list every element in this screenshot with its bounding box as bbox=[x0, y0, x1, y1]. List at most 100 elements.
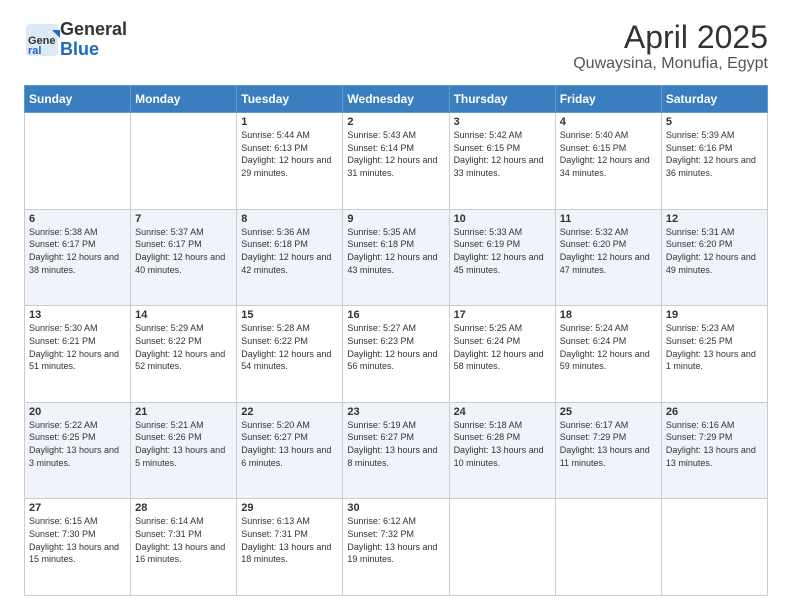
logo: Gene ral General Blue bbox=[24, 20, 127, 60]
day-info: Sunrise: 5:25 AMSunset: 6:24 PMDaylight:… bbox=[454, 322, 551, 372]
calendar-table: SundayMondayTuesdayWednesdayThursdayFrid… bbox=[24, 85, 768, 596]
day-number: 2 bbox=[347, 116, 444, 128]
calendar-header: SundayMondayTuesdayWednesdayThursdayFrid… bbox=[25, 86, 768, 113]
day-info: Sunrise: 5:37 AMSunset: 6:17 PMDaylight:… bbox=[135, 226, 232, 276]
day-number: 17 bbox=[454, 309, 551, 321]
title-block: April 2025 Quwaysina, Monufia, Egypt bbox=[573, 20, 768, 73]
calendar-day-cell: 15Sunrise: 5:28 AMSunset: 6:22 PMDayligh… bbox=[237, 306, 343, 403]
day-info: Sunrise: 5:27 AMSunset: 6:23 PMDaylight:… bbox=[347, 322, 444, 372]
calendar-day-cell: 6Sunrise: 5:38 AMSunset: 6:17 PMDaylight… bbox=[25, 209, 131, 306]
day-info: Sunrise: 5:24 AMSunset: 6:24 PMDaylight:… bbox=[560, 322, 657, 372]
day-info: Sunrise: 5:42 AMSunset: 6:15 PMDaylight:… bbox=[454, 129, 551, 179]
calendar-day-cell: 18Sunrise: 5:24 AMSunset: 6:24 PMDayligh… bbox=[555, 306, 661, 403]
calendar-day-cell: 29Sunrise: 6:13 AMSunset: 7:31 PMDayligh… bbox=[237, 499, 343, 596]
day-info: Sunrise: 5:30 AMSunset: 6:21 PMDaylight:… bbox=[29, 322, 126, 372]
calendar-day-cell: 8Sunrise: 5:36 AMSunset: 6:18 PMDaylight… bbox=[237, 209, 343, 306]
logo-icon: Gene ral bbox=[24, 22, 60, 58]
header: Gene ral General Blue April 2025 Quwaysi… bbox=[24, 20, 768, 73]
calendar-day-cell: 2Sunrise: 5:43 AMSunset: 6:14 PMDaylight… bbox=[343, 113, 449, 210]
calendar-day-cell: 7Sunrise: 5:37 AMSunset: 6:17 PMDaylight… bbox=[131, 209, 237, 306]
svg-text:ral: ral bbox=[28, 45, 41, 57]
weekday-header: Friday bbox=[555, 86, 661, 113]
day-info: Sunrise: 6:13 AMSunset: 7:31 PMDaylight:… bbox=[241, 515, 338, 565]
logo-text: General Blue bbox=[60, 20, 127, 60]
day-number: 18 bbox=[560, 309, 657, 321]
day-number: 16 bbox=[347, 309, 444, 321]
day-info: Sunrise: 5:38 AMSunset: 6:17 PMDaylight:… bbox=[29, 226, 126, 276]
day-info: Sunrise: 5:20 AMSunset: 6:27 PMDaylight:… bbox=[241, 419, 338, 469]
calendar-day-cell: 30Sunrise: 6:12 AMSunset: 7:32 PMDayligh… bbox=[343, 499, 449, 596]
day-number: 4 bbox=[560, 116, 657, 128]
calendar-day-cell: 5Sunrise: 5:39 AMSunset: 6:16 PMDaylight… bbox=[661, 113, 767, 210]
day-number: 24 bbox=[454, 406, 551, 418]
day-number: 10 bbox=[454, 213, 551, 225]
calendar-day-cell: 17Sunrise: 5:25 AMSunset: 6:24 PMDayligh… bbox=[449, 306, 555, 403]
calendar-week-row: 20Sunrise: 5:22 AMSunset: 6:25 PMDayligh… bbox=[25, 402, 768, 499]
day-number: 5 bbox=[666, 116, 763, 128]
calendar-day-cell: 25Sunrise: 6:17 AMSunset: 7:29 PMDayligh… bbox=[555, 402, 661, 499]
calendar-day-cell: 13Sunrise: 5:30 AMSunset: 6:21 PMDayligh… bbox=[25, 306, 131, 403]
calendar-day-cell: 23Sunrise: 5:19 AMSunset: 6:27 PMDayligh… bbox=[343, 402, 449, 499]
weekday-header: Saturday bbox=[661, 86, 767, 113]
day-info: Sunrise: 5:28 AMSunset: 6:22 PMDaylight:… bbox=[241, 322, 338, 372]
calendar-day-cell: 21Sunrise: 5:21 AMSunset: 6:26 PMDayligh… bbox=[131, 402, 237, 499]
day-info: Sunrise: 5:43 AMSunset: 6:14 PMDaylight:… bbox=[347, 129, 444, 179]
day-info: Sunrise: 6:15 AMSunset: 7:30 PMDaylight:… bbox=[29, 515, 126, 565]
day-number: 30 bbox=[347, 502, 444, 514]
calendar-week-row: 13Sunrise: 5:30 AMSunset: 6:21 PMDayligh… bbox=[25, 306, 768, 403]
day-number: 3 bbox=[454, 116, 551, 128]
weekday-header: Thursday bbox=[449, 86, 555, 113]
day-info: Sunrise: 5:29 AMSunset: 6:22 PMDaylight:… bbox=[135, 322, 232, 372]
day-info: Sunrise: 5:40 AMSunset: 6:15 PMDaylight:… bbox=[560, 129, 657, 179]
day-info: Sunrise: 5:22 AMSunset: 6:25 PMDaylight:… bbox=[29, 419, 126, 469]
calendar-day-cell: 11Sunrise: 5:32 AMSunset: 6:20 PMDayligh… bbox=[555, 209, 661, 306]
page: Gene ral General Blue April 2025 Quwaysi… bbox=[0, 0, 792, 612]
calendar-day-cell: 27Sunrise: 6:15 AMSunset: 7:30 PMDayligh… bbox=[25, 499, 131, 596]
day-info: Sunrise: 5:33 AMSunset: 6:19 PMDaylight:… bbox=[454, 226, 551, 276]
calendar-day-cell: 1Sunrise: 5:44 AMSunset: 6:13 PMDaylight… bbox=[237, 113, 343, 210]
calendar-day-cell: 26Sunrise: 6:16 AMSunset: 7:29 PMDayligh… bbox=[661, 402, 767, 499]
calendar-week-row: 6Sunrise: 5:38 AMSunset: 6:17 PMDaylight… bbox=[25, 209, 768, 306]
day-number: 22 bbox=[241, 406, 338, 418]
day-info: Sunrise: 6:14 AMSunset: 7:31 PMDaylight:… bbox=[135, 515, 232, 565]
day-info: Sunrise: 6:16 AMSunset: 7:29 PMDaylight:… bbox=[666, 419, 763, 469]
day-info: Sunrise: 5:19 AMSunset: 6:27 PMDaylight:… bbox=[347, 419, 444, 469]
calendar-day-cell: 9Sunrise: 5:35 AMSunset: 6:18 PMDaylight… bbox=[343, 209, 449, 306]
weekday-header-row: SundayMondayTuesdayWednesdayThursdayFrid… bbox=[25, 86, 768, 113]
calendar-day-cell: 10Sunrise: 5:33 AMSunset: 6:19 PMDayligh… bbox=[449, 209, 555, 306]
day-number: 7 bbox=[135, 213, 232, 225]
weekday-header: Wednesday bbox=[343, 86, 449, 113]
day-number: 12 bbox=[666, 213, 763, 225]
day-info: Sunrise: 6:12 AMSunset: 7:32 PMDaylight:… bbox=[347, 515, 444, 565]
logo-general: General bbox=[60, 20, 127, 40]
calendar-day-cell: 20Sunrise: 5:22 AMSunset: 6:25 PMDayligh… bbox=[25, 402, 131, 499]
day-number: 19 bbox=[666, 309, 763, 321]
day-number: 26 bbox=[666, 406, 763, 418]
day-number: 27 bbox=[29, 502, 126, 514]
calendar-title: April 2025 bbox=[573, 20, 768, 55]
calendar-day-cell: 19Sunrise: 5:23 AMSunset: 6:25 PMDayligh… bbox=[661, 306, 767, 403]
day-number: 15 bbox=[241, 309, 338, 321]
day-number: 6 bbox=[29, 213, 126, 225]
calendar-day-cell bbox=[131, 113, 237, 210]
calendar-day-cell: 28Sunrise: 6:14 AMSunset: 7:31 PMDayligh… bbox=[131, 499, 237, 596]
day-info: Sunrise: 5:31 AMSunset: 6:20 PMDaylight:… bbox=[666, 226, 763, 276]
day-info: Sunrise: 5:35 AMSunset: 6:18 PMDaylight:… bbox=[347, 226, 444, 276]
calendar-day-cell bbox=[449, 499, 555, 596]
calendar-day-cell: 22Sunrise: 5:20 AMSunset: 6:27 PMDayligh… bbox=[237, 402, 343, 499]
calendar-day-cell bbox=[661, 499, 767, 596]
weekday-header: Monday bbox=[131, 86, 237, 113]
day-info: Sunrise: 5:18 AMSunset: 6:28 PMDaylight:… bbox=[454, 419, 551, 469]
calendar-day-cell: 4Sunrise: 5:40 AMSunset: 6:15 PMDaylight… bbox=[555, 113, 661, 210]
day-info: Sunrise: 5:39 AMSunset: 6:16 PMDaylight:… bbox=[666, 129, 763, 179]
day-number: 1 bbox=[241, 116, 338, 128]
calendar-day-cell: 16Sunrise: 5:27 AMSunset: 6:23 PMDayligh… bbox=[343, 306, 449, 403]
day-info: Sunrise: 5:23 AMSunset: 6:25 PMDaylight:… bbox=[666, 322, 763, 372]
calendar-day-cell bbox=[25, 113, 131, 210]
day-number: 14 bbox=[135, 309, 232, 321]
day-number: 25 bbox=[560, 406, 657, 418]
day-number: 28 bbox=[135, 502, 232, 514]
day-info: Sunrise: 6:17 AMSunset: 7:29 PMDaylight:… bbox=[560, 419, 657, 469]
day-info: Sunrise: 5:36 AMSunset: 6:18 PMDaylight:… bbox=[241, 226, 338, 276]
day-number: 9 bbox=[347, 213, 444, 225]
